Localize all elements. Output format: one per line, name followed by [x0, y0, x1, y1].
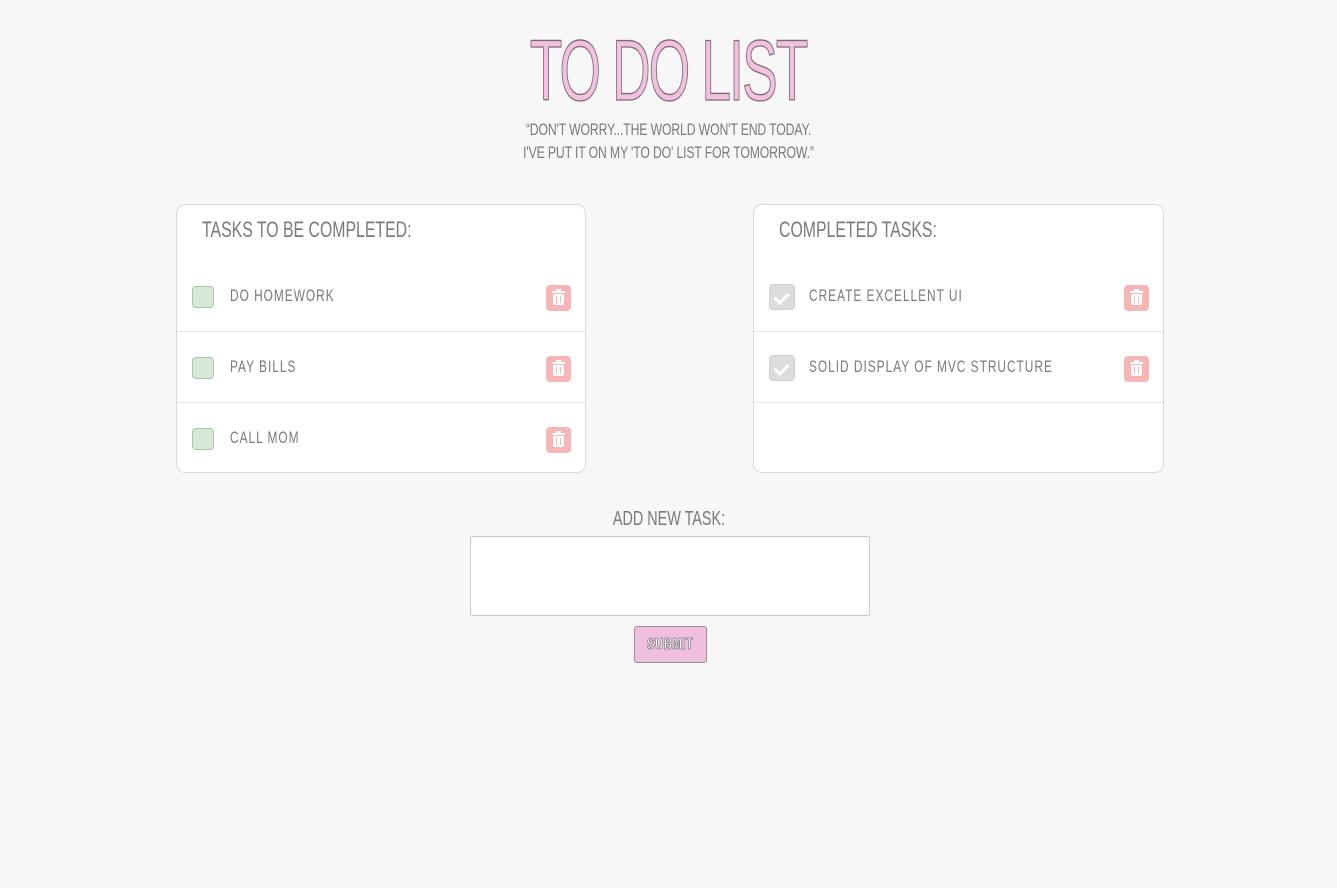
delete-task-button[interactable]: [1124, 285, 1149, 311]
add-task-section: ADD NEW TASK:: [0, 507, 1337, 531]
task-checkbox[interactable]: [192, 286, 214, 308]
task-checkbox[interactable]: [192, 357, 214, 379]
task-checkbox[interactable]: [192, 428, 214, 450]
delete-task-button[interactable]: [546, 427, 571, 453]
task-checkbox-checked[interactable]: [769, 284, 795, 310]
task-label: CALL MOM: [230, 428, 300, 447]
quote-line-1: “DON'T WORRY...THE WORLD WON'T END TODAY…: [525, 120, 812, 139]
header-quote: “DON'T WORRY...THE WORLD WON'T END TODAY…: [187, 118, 1150, 164]
check-icon: [773, 359, 790, 377]
todo-page: TO DO LIST “DON'T WORRY...THE WORLD WON'…: [0, 0, 1337, 888]
add-task-label: ADD NEW TASK:: [612, 508, 725, 530]
task-checkbox-checked[interactable]: [769, 355, 795, 381]
check-icon: [773, 288, 790, 306]
pending-tasks-title: TASKS TO BE COMPLETED:: [202, 217, 412, 242]
delete-task-button[interactable]: [546, 285, 571, 311]
empty-task-slot: [754, 403, 1163, 472]
task-label: SOLID DISPLAY OF MVC STRUCTURE: [809, 357, 1053, 376]
completed-tasks-panel: COMPLETED TASKS: CREATE EXCELLENT UI SOL…: [753, 204, 1164, 473]
pending-tasks-panel: TASKS TO BE COMPLETED: DO HOMEWORK PAY B…: [176, 204, 586, 473]
page-header: TO DO LIST “DON'T WORRY...THE WORLD WON'…: [0, 23, 1337, 164]
pending-task-item: CALL MOM: [177, 403, 585, 472]
quote-line-2: I'VE PUT IT ON MY 'TO DO' LIST FOR TOMOR…: [523, 143, 814, 162]
submit-label: SUBMIT: [647, 635, 694, 653]
delete-task-button[interactable]: [1124, 356, 1149, 382]
completed-task-item: SOLID DISPLAY OF MVC STRUCTURE: [754, 332, 1163, 403]
new-task-input[interactable]: [470, 536, 870, 616]
submit-button[interactable]: SUBMIT: [634, 626, 707, 663]
page-title: TO DO LIST: [530, 23, 809, 119]
pending-task-item: DO HOMEWORK: [177, 261, 585, 332]
completed-tasks-title: COMPLETED TASKS:: [779, 217, 937, 242]
task-label: DO HOMEWORK: [230, 286, 335, 305]
task-label: CREATE EXCELLENT UI: [809, 286, 963, 305]
pending-task-item: PAY BILLS: [177, 332, 585, 403]
delete-task-button[interactable]: [546, 356, 571, 382]
completed-task-item: CREATE EXCELLENT UI: [754, 261, 1163, 332]
task-label: PAY BILLS: [230, 357, 297, 376]
